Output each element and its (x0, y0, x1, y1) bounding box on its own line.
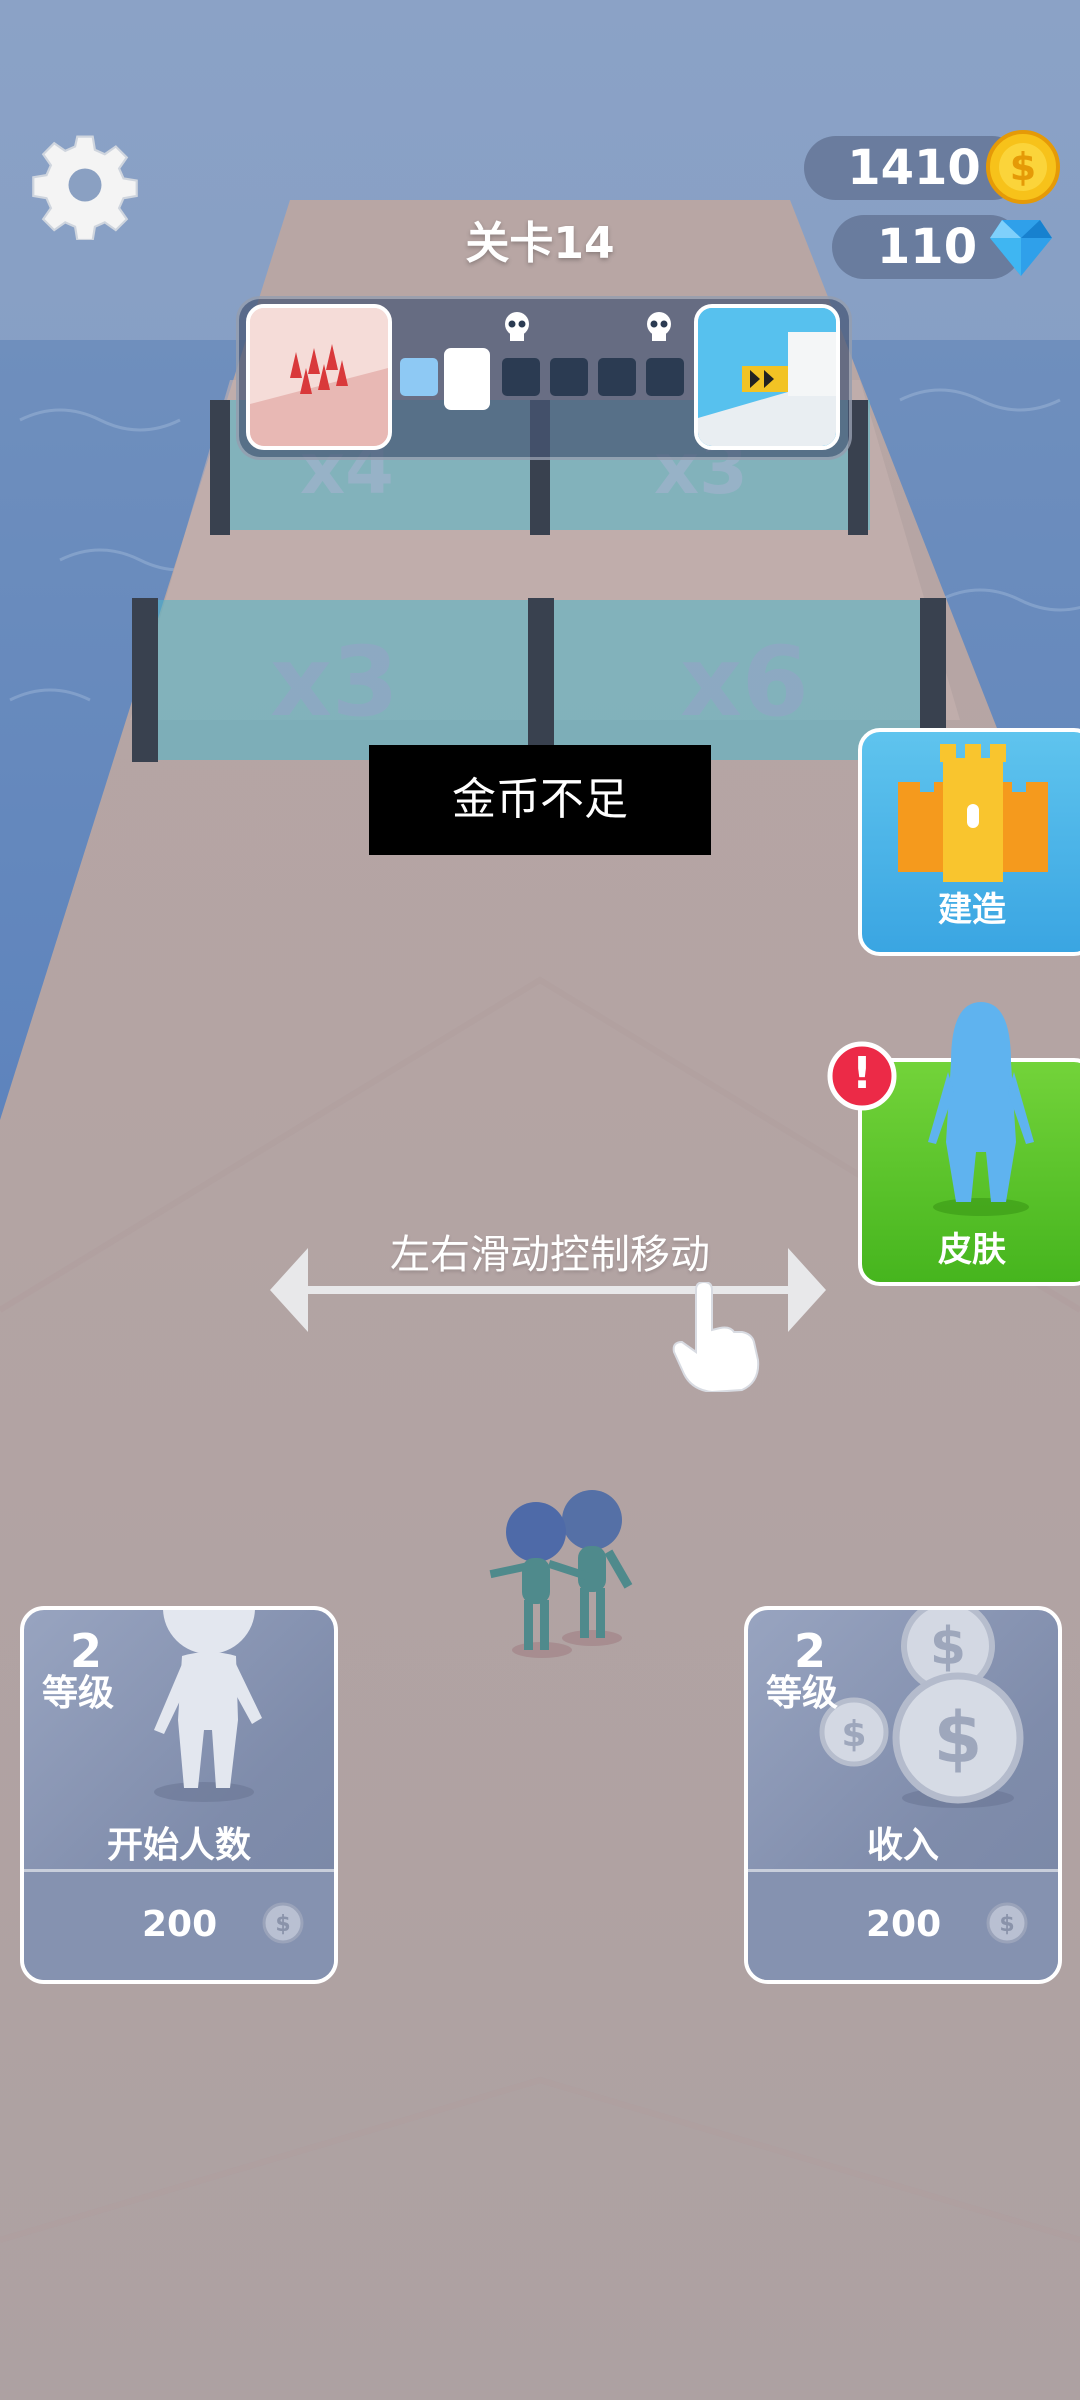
svg-text:$: $ (999, 1912, 1014, 1937)
player-crowd (489, 1490, 633, 1658)
svg-text:$: $ (841, 1714, 866, 1755)
skull-icon (642, 310, 676, 344)
game-screen[interactable]: x4 x3 x3 x6 1410 $ 110 关卡14 金币不足 建造 皮肤 !… (0, 0, 1080, 2400)
stage-segment-pending (502, 358, 540, 396)
level-title: 关卡14 (465, 218, 615, 269)
svg-text:$: $ (934, 1697, 983, 1779)
toast-message: 金币不足 (369, 745, 711, 855)
level-number: 2 (794, 1624, 827, 1678)
skull-icon (500, 310, 534, 344)
coin-icon: $ (262, 1902, 304, 1944)
character-icon (154, 1610, 262, 1802)
coin-icon: $ (986, 1902, 1028, 1944)
stage-segment-pending (598, 358, 636, 396)
card-title: 开始人数 (106, 1825, 251, 1866)
skin-label: 皮肤 (938, 1230, 1006, 1270)
stage-preview-spikes (246, 304, 392, 450)
gear-icon (32, 135, 138, 242)
stage-segment-done (400, 358, 438, 396)
settings-button[interactable] (30, 130, 140, 242)
svg-text:$: $ (1010, 145, 1036, 189)
level-label: 等级 (42, 1673, 115, 1714)
gem-count: 110 (876, 219, 978, 275)
build-button[interactable]: 建造 (858, 728, 1080, 956)
upgrade-card-income[interactable]: $ $ $ 2 等级 收入 200 $ (744, 1606, 1062, 1984)
gem-icon (988, 214, 1054, 280)
gate-label-near-left: x3 (270, 626, 399, 738)
stage-preview-boss (694, 304, 840, 450)
coins-icon: $ $ $ (819, 1610, 1024, 1808)
coin-icon: $ (986, 130, 1060, 204)
card-price-bar: 200 $ (748, 1869, 1058, 1980)
level-number: 2 (70, 1624, 103, 1678)
card-title: 收入 (866, 1825, 939, 1866)
upgrade-card-start-count[interactable]: 2 等级 开始人数 200 $ (20, 1606, 338, 1984)
coin-count: 1410 (847, 140, 981, 196)
gate-label-near-right: x6 (680, 626, 809, 738)
svg-text:$: $ (930, 1617, 966, 1677)
stage-segment-pending (646, 358, 684, 396)
level-label: 等级 (766, 1673, 839, 1714)
character-icon (928, 1002, 1034, 1216)
pointing-hand-icon (672, 1282, 760, 1392)
svg-text:$: $ (275, 1912, 290, 1937)
card-price-bar: 200 $ (24, 1869, 334, 1980)
upgrade-price: 200 (866, 1904, 942, 1945)
alert-mark: ! (851, 1048, 873, 1099)
castle-icon (898, 744, 1048, 882)
build-label: 建造 (938, 890, 1006, 930)
alert-badge: ! (826, 1040, 898, 1112)
upgrade-price: 200 (142, 1904, 218, 1945)
stage-segment-current (444, 348, 490, 410)
stage-segment-pending (550, 358, 588, 396)
